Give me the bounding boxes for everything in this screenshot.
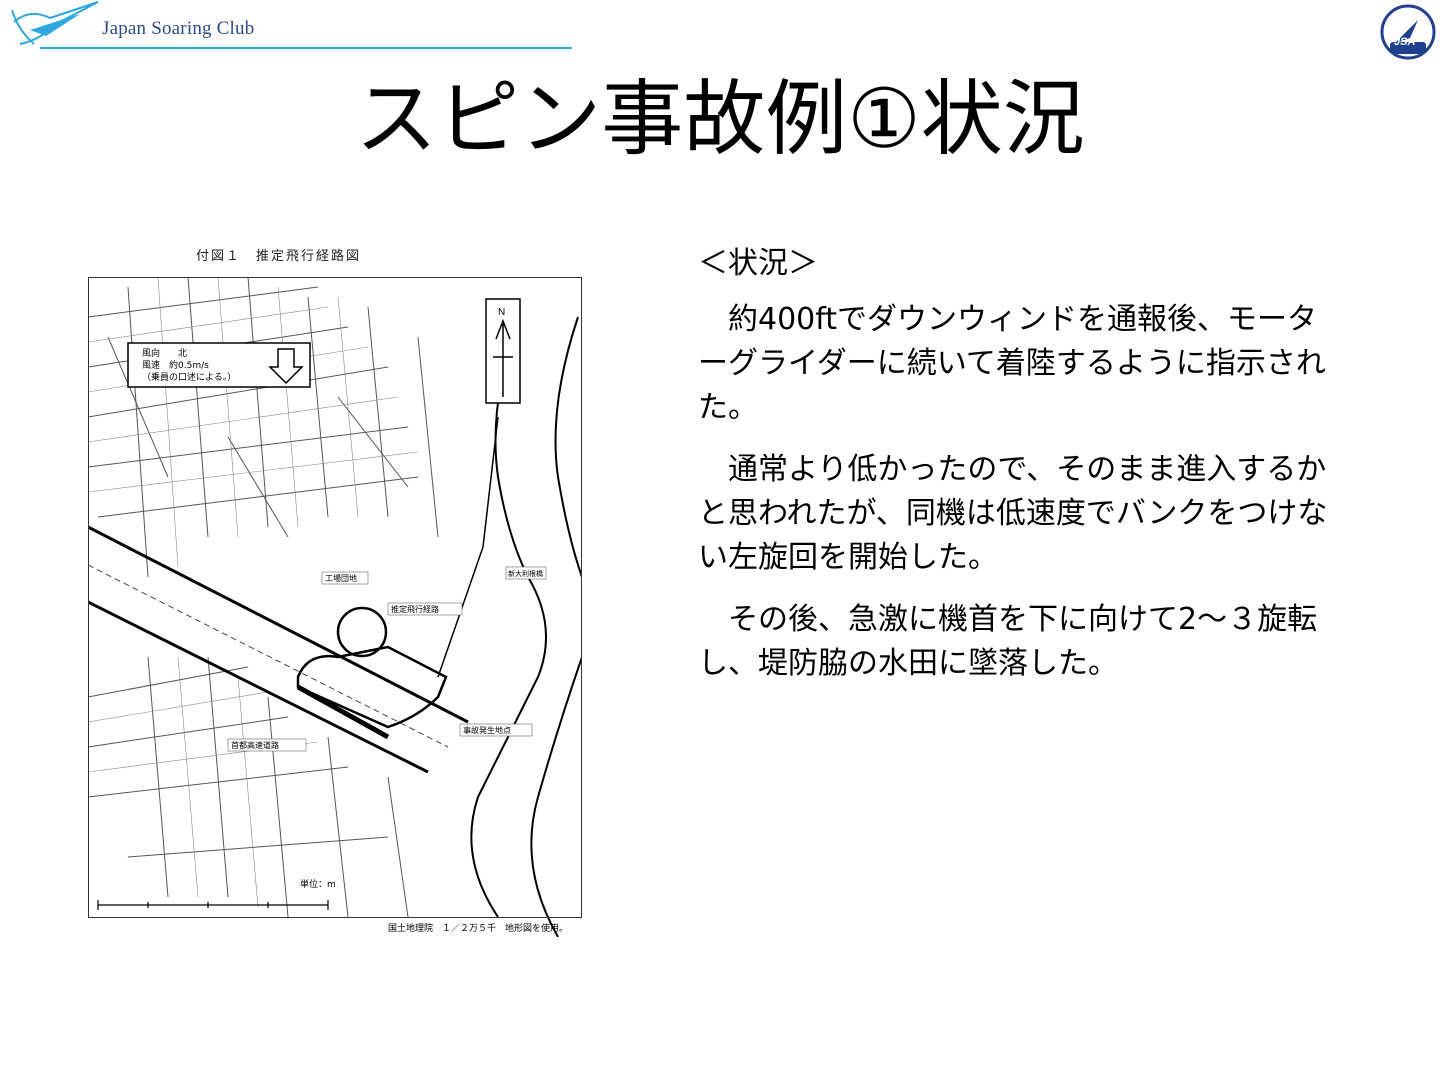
- label-highway: 首都高速道路: [231, 740, 279, 750]
- label-bridge: 新大利根橋: [508, 569, 543, 578]
- brand-name: Japan Soaring Club: [102, 18, 255, 39]
- situation-paragraph: 通常より低かったので、そのまま進入するかと思われたが、同機は低速度でバンクをつけ…: [698, 452, 1328, 575]
- label-route: 推定飛行経路: [391, 604, 439, 614]
- situation-paragraph: その後、急激に機首を下に向けて2～３旋転し、堤防脇の水田に墜落した。: [698, 602, 1318, 681]
- label-accident-site: 事故発生地点: [463, 725, 511, 735]
- situation-text-panel: ＜状況＞ 約400ftでダウンウィンドを通報後、モーターグライダーに続いて着陸す…: [698, 242, 1328, 704]
- flight-path-map: N 風向 北 風速 約0.5m/s （乗員の口述による。） 工場団地 推定飛行経…: [88, 277, 582, 937]
- jsa-emblem-icon: [1380, 4, 1436, 60]
- map-source: 国土地理院 １／２万５千 地形図を使用。: [388, 922, 568, 934]
- scale-unit: 単位：m: [300, 878, 336, 890]
- glider-icon: [11, 1, 99, 45]
- situation-paragraph: 約400ftでダウンウィンドを通報後、モーターグライダーに続いて着陸するように指…: [698, 302, 1326, 425]
- figure-caption: 付図１ 推定飛行経路図: [196, 249, 362, 264]
- emblem-text: JSA: [1394, 36, 1416, 48]
- situation-heading: ＜状況＞: [698, 246, 818, 281]
- wind-source: （乗員の口述による。）: [142, 371, 236, 383]
- slide-title: スピン事故例①状況: [355, 72, 1085, 167]
- label-building: 工場団地: [325, 573, 357, 583]
- wind-direction: 風向 北: [142, 347, 187, 359]
- north-label: N: [498, 307, 505, 318]
- wind-speed: 風速 約0.5m/s: [142, 359, 209, 371]
- header-divider: [40, 47, 572, 49]
